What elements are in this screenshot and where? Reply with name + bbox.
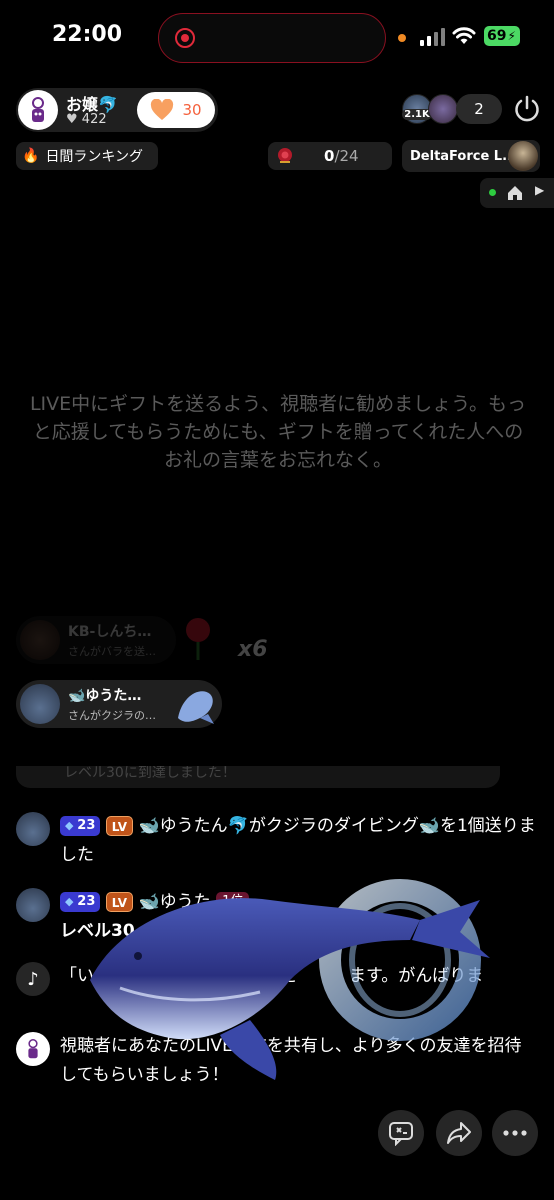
charging-icon: ⚡ xyxy=(507,29,516,43)
viewer-avatar[interactable] xyxy=(428,94,458,124)
recording-indicator-icon xyxy=(175,28,195,48)
chevron-right-icon: ▶ xyxy=(535,183,545,197)
sender-name: 🐋ゆうた… xyxy=(68,688,142,704)
viewer-count[interactable]: 2 xyxy=(456,94,502,124)
power-icon[interactable] xyxy=(512,94,542,124)
host-likes: ♥ 422 xyxy=(66,112,107,127)
gift-hint-text: LIVE中にギフトを送るよう、視聴者に勧めましょう。もっと応援してもらうためにも… xyxy=(29,393,527,471)
whale-gift-animation xyxy=(90,879,490,1080)
fire-icon: 🔥 xyxy=(22,148,40,164)
level-badge: 23 xyxy=(60,816,101,836)
likes-count: 422 xyxy=(81,112,107,127)
whale-gift-icon xyxy=(178,691,214,724)
avatar-character-icon xyxy=(28,1039,38,1059)
heart-icon xyxy=(151,99,174,120)
ranking-label: 日間ランキング xyxy=(45,149,144,165)
more-icon xyxy=(503,1130,527,1136)
battery-level: 69 xyxy=(487,28,507,44)
battery-indicator: 69 ⚡ xyxy=(484,26,520,46)
rose-gift-icon xyxy=(278,148,292,163)
chat-message: 23 LV 🐋ゆうたん🐬がクジラのダイビング🐋を1個送りました xyxy=(16,812,538,870)
sender-avatar xyxy=(20,620,60,660)
goal-current: 0 xyxy=(324,147,335,165)
comment-icon xyxy=(389,1122,413,1146)
sender-avatar xyxy=(20,684,60,724)
partner-name: DeltaForce L... xyxy=(410,148,517,164)
gift-heart-button[interactable]: 30 xyxy=(137,92,215,128)
goal-progress: 0/24 xyxy=(324,147,359,165)
wifi-icon xyxy=(452,27,476,44)
partner-avatar xyxy=(508,141,538,171)
cellular-signal-icon xyxy=(420,28,446,46)
more-button[interactable] xyxy=(492,1110,538,1156)
avatar-character-icon xyxy=(32,97,44,122)
chat-avatar[interactable] xyxy=(16,812,50,846)
gift-combo-count: x6 xyxy=(238,637,268,662)
dynamic-island xyxy=(158,13,386,63)
status-time: 22:00 xyxy=(52,22,123,47)
home-icon xyxy=(508,186,522,200)
stream-source-pill[interactable]: ▶ xyxy=(480,178,554,208)
daily-ranking-button[interactable]: 🔥 日間ランキング xyxy=(16,142,158,170)
goal-total: /24 xyxy=(334,147,359,165)
comment-button[interactable] xyxy=(378,1110,424,1156)
tiktok-icon: ♪ xyxy=(16,962,50,996)
partner-pill[interactable]: DeltaForce L... xyxy=(402,140,540,172)
rose-gift-icon xyxy=(186,618,210,660)
heart-icon: ♥ xyxy=(66,112,78,127)
live-indicator xyxy=(489,189,496,196)
subscriber-badge: LV xyxy=(105,816,134,836)
sender-name: KB-しんち… xyxy=(68,624,152,640)
heart-count: 30 xyxy=(182,101,202,119)
share-button[interactable] xyxy=(436,1110,482,1156)
gift-text: さんがクジラの… xyxy=(68,709,156,722)
gift-notification: KB-しんち… さんがバラを送… xyxy=(16,616,176,664)
host-avatar[interactable] xyxy=(18,90,58,130)
privacy-indicator xyxy=(398,34,406,42)
share-icon xyxy=(447,1122,471,1144)
gift-text: さんがバラを送… xyxy=(68,645,156,658)
chat-message-partial: レベル30に到達しました！ xyxy=(16,766,500,788)
chat-avatar[interactable] xyxy=(16,888,50,922)
host-avatar[interactable] xyxy=(16,1032,50,1066)
gift-goal-pill[interactable]: 0/24 xyxy=(268,142,392,170)
